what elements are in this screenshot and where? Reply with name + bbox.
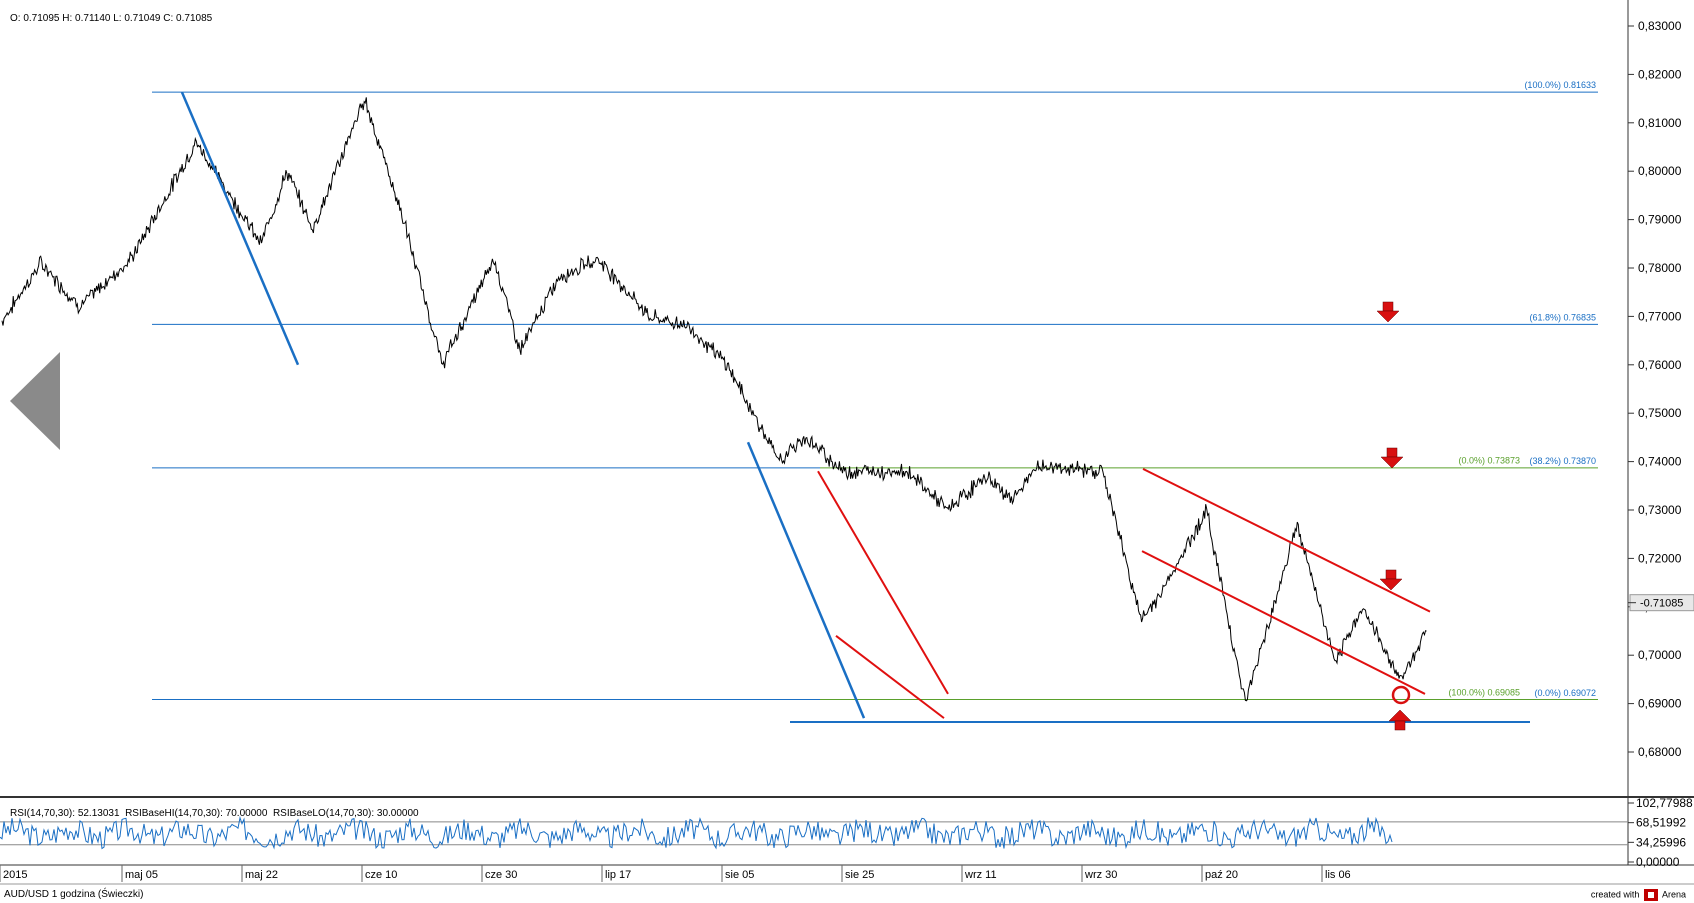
x-tick-label: wrz 11 [964, 869, 997, 881]
rsi-y-tick-label: 102,77988 [1636, 796, 1693, 810]
arrow-down-icon [1376, 301, 1400, 323]
fibonacci-label: (100.0%) 0.81633 [1524, 80, 1596, 90]
x-tick-label: sie 25 [845, 869, 874, 881]
arrow-up-icon [1388, 709, 1412, 731]
y-tick-label: 0,76000 [1638, 358, 1682, 372]
channel-line [1142, 467, 1431, 613]
rsi-legend: RSI(14,70,30): 52.13031 RSIBaseHI(14,70,… [10, 808, 419, 819]
fibonacci-label: (61.8%) 0.76835 [1529, 312, 1596, 322]
y-tick-label: 0,79000 [1638, 213, 1682, 227]
y-tick-label: 0,68000 [1638, 745, 1682, 759]
credit-text: created with [1590, 889, 1640, 900]
y-tick-label: 0,74000 [1638, 455, 1682, 469]
triangle-left-icon[interactable] [10, 352, 60, 450]
brand-name: Arena [1661, 889, 1686, 900]
x-tick-label: wrz 30 [1084, 869, 1117, 881]
channel-line [835, 635, 945, 719]
chart-annotations: (100.0%) 0.81633 (61.8%) 0.76835 (38.2%) 0… [180, 80, 1596, 731]
rsi-y-tick-label: 34,25996 [1636, 835, 1686, 849]
rsi-y-tick-label: 68,51992 [1636, 816, 1686, 830]
channel-line [817, 470, 949, 695]
y-tick-label: 0,72000 [1638, 551, 1682, 565]
price-y-axis: 0,83000 0,82000 0,81000 0,80000 0,79000 0,780… [1628, 19, 1694, 759]
arrow-down-body [1382, 301, 1394, 312]
arrow-down-head [1380, 456, 1404, 469]
fibonacci-label: (38.2%) 0.73870 [1529, 456, 1596, 466]
rsi-y-tick-label: 0,00000 [1636, 855, 1680, 869]
x-tick-label: sie 05 [725, 869, 754, 881]
y-tick-label: 0,81000 [1638, 116, 1682, 130]
y-tick-label: 0,82000 [1638, 67, 1682, 81]
x-tick-label: lis 06 [1325, 869, 1351, 881]
y-tick-label: 0,80000 [1638, 164, 1682, 178]
fibonacci-label: (100.0%) 0.69085 [1448, 687, 1520, 697]
x-tick-label: maj 22 [245, 869, 278, 881]
x-tick-label: cze 30 [485, 869, 517, 881]
y-tick-label: 0,77000 [1638, 309, 1682, 323]
x-tick-label: paź 20 [1205, 869, 1238, 881]
trendline-down [746, 441, 866, 719]
time-x-axis: 2015 maj 05 maj 22 cze 10 cze 30 lip 17 sie 05… [0, 865, 1351, 882]
circle-icon [1391, 685, 1411, 705]
x-tick-label: lip 17 [605, 869, 631, 881]
rsi-pane [0, 815, 1628, 850]
credit: created with Arena [1591, 889, 1686, 901]
arrow-down-head [1376, 310, 1400, 323]
price-pane [0, 0, 1694, 885]
x-tick-label: maj 05 [125, 869, 158, 881]
y-tick-label: 0,75000 [1638, 406, 1682, 420]
arrow-down-body [1385, 569, 1397, 580]
last-price-label: -0.71085 [1640, 598, 1683, 610]
y-tick-label: 0,70000 [1638, 648, 1682, 662]
arrow-down-body [1386, 447, 1398, 458]
channel-line [1141, 550, 1426, 695]
x-tick-label: cze 10 [365, 869, 397, 881]
rsi-y-axis: 102,77988 68,51992 34,25996 0,00000 [1628, 796, 1693, 869]
chart-canvas[interactable]: (100.0%) 0.81633 (61.8%) 0.76835 (38.2%) 0… [0, 0, 1694, 903]
price-series-line [1, 97, 1427, 702]
x-tick-label: 2015 [3, 869, 27, 881]
y-tick-label: 0,83000 [1638, 19, 1682, 33]
fibonacci-label: (0.0%) 0.73873 [1458, 456, 1520, 466]
y-tick-label: 0,73000 [1638, 503, 1682, 517]
arrow-down-icon [1380, 447, 1404, 469]
arena-logo-icon [1643, 889, 1658, 901]
arrow-up-head [1388, 709, 1412, 722]
arrow-up-body [1394, 720, 1406, 731]
arrow-down-icon [1379, 569, 1403, 591]
y-tick-label: 0,78000 [1638, 261, 1682, 275]
y-tick-label: 0,69000 [1638, 697, 1682, 711]
instrument-label: AUD/USD 1 godzina (Świeczki) [4, 889, 144, 900]
fibonacci-label: (0.0%) 0.69072 [1534, 688, 1596, 698]
